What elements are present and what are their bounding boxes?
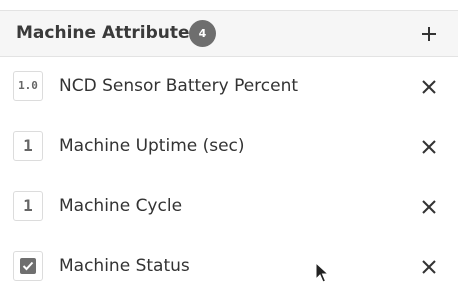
panel-header: Machine Attributes 4: [0, 11, 458, 57]
close-icon: [422, 200, 436, 214]
remove-attribute-button[interactable]: [419, 197, 439, 217]
remove-attribute-button[interactable]: [419, 137, 439, 157]
plus-icon: [422, 27, 436, 41]
attribute-label: Machine Status: [59, 256, 190, 276]
attribute-label: Machine Uptime (sec): [59, 136, 245, 156]
remove-attribute-button[interactable]: [419, 77, 439, 97]
attribute-label: Machine Cycle: [59, 196, 183, 216]
attribute-row: 1.0 NCD Sensor Battery Percent: [0, 65, 458, 109]
checkbox-type-icon: [13, 251, 43, 281]
attribute-count-badge: 4: [189, 20, 216, 47]
close-icon: [422, 80, 436, 94]
integer-type-icon: 1: [13, 191, 43, 221]
attribute-row: Machine Status: [0, 245, 458, 289]
type-glyph: 1: [23, 136, 33, 155]
add-attribute-button[interactable]: [416, 23, 442, 45]
close-icon: [422, 140, 436, 154]
attribute-row: 1 Machine Uptime (sec): [0, 125, 458, 169]
decimal-type-icon: 1.0: [13, 71, 43, 101]
machine-attributes-panel: Machine Attributes 4 1.0 NCD Sensor Batt…: [0, 10, 458, 304]
type-glyph: 1: [23, 196, 33, 215]
attribute-row: 1 Machine Cycle: [0, 185, 458, 229]
mouse-cursor-icon: [315, 262, 329, 283]
checkbox-icon: [20, 258, 36, 274]
panel-title: Machine Attributes: [16, 23, 200, 43]
close-icon: [422, 260, 436, 274]
integer-type-icon: 1: [13, 131, 43, 161]
remove-attribute-button[interactable]: [419, 257, 439, 277]
attribute-label: NCD Sensor Battery Percent: [59, 76, 299, 96]
type-glyph: 1.0: [18, 79, 38, 92]
